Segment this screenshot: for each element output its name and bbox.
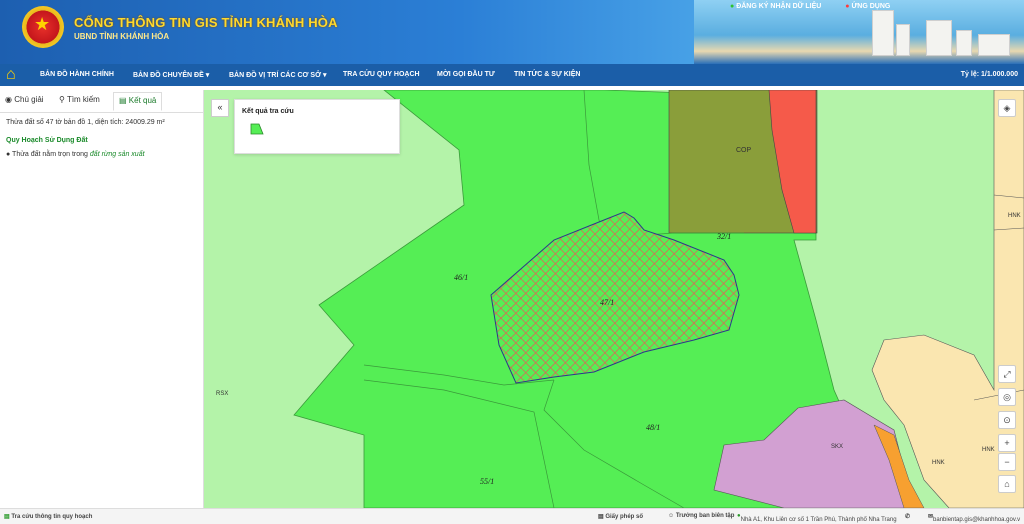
footer-editor: ☺ Trưởng ban biên tập xyxy=(668,513,735,519)
label-hnk-2: HNK xyxy=(1008,213,1021,219)
label-cop: COP xyxy=(736,147,752,154)
compass-icon: ⊙ xyxy=(1003,415,1011,425)
parcel-info: Thửa đất số 47 tờ bản đồ 1, diện tích: 2… xyxy=(6,119,165,126)
main-nav: ⌂ BẢN ĐỒ HÀNH CHÍNH BẢN ĐỒ CHUYÊN ĐỀ ▾ B… xyxy=(0,64,1024,86)
nav-admin-map[interactable]: BẢN ĐỒ HÀNH CHÍNH xyxy=(40,71,114,78)
label-hnk-3: HNK xyxy=(982,447,995,453)
label-hnk-1: HNK xyxy=(932,460,945,466)
panel-tabs: ◉ Chú giải ⚲ Tìm kiếm ▤ Kết quả xyxy=(0,90,203,113)
legend-title: Kết quả tra cứu xyxy=(242,108,294,115)
footer-phone: ✆ xyxy=(905,513,910,520)
fullscreen-icon: ⤢ xyxy=(1003,369,1011,379)
site-subtitle: UBND TỈNH KHÁNH HÒA xyxy=(74,32,170,41)
collapse-panel-button[interactable]: « xyxy=(211,99,229,117)
nav-facility-map[interactable]: BẢN ĐỒ VỊ TRÍ CÁC CƠ SỞ ▾ xyxy=(229,71,327,79)
result-legend: Kết quả tra cứu xyxy=(234,99,400,154)
layers-icon: ◈ xyxy=(1003,103,1011,113)
legend-swatch xyxy=(250,123,264,135)
side-panel: ◉ Chú giải ⚲ Tìm kiếm ▤ Kết quả Thửa đất… xyxy=(0,90,204,508)
label-skx: SKX xyxy=(831,444,843,450)
label-46: 46/1 xyxy=(454,273,468,282)
land-type-link[interactable]: đất rừng sản xuất xyxy=(90,151,145,158)
dot-icon: ● xyxy=(845,3,850,10)
label-32: 32/1 xyxy=(716,232,731,241)
label-rsx: RSX xyxy=(216,391,228,397)
register-data-link[interactable]: ● ĐĂNG KÝ NHẬN DỮ LIỆU xyxy=(730,3,821,10)
eye-icon: ◉ xyxy=(5,95,12,104)
map-scale: Tỷ lệ: 1/1.000.000 xyxy=(960,71,1018,78)
tab-legend[interactable]: ◉ Chú giải xyxy=(5,95,44,104)
layers-button[interactable]: ◈ xyxy=(998,99,1016,117)
section-title: Quy Hoạch Sử Dụng Đất xyxy=(6,137,88,144)
minus-icon: − xyxy=(1004,457,1010,467)
footer-title: ▤ Tra cứu thông tin quy hoạch xyxy=(4,514,93,520)
nav-investment[interactable]: MỜI GỌI ĐẦU TƯ xyxy=(437,71,495,78)
chevron-left-icon: « xyxy=(217,102,223,112)
home-extent-button[interactable]: ⌂ xyxy=(998,475,1016,493)
nav-news[interactable]: TIN TỨC & SỰ KIỆN xyxy=(514,71,580,78)
fullscreen-button[interactable]: ⤢ xyxy=(998,365,1016,383)
nav-thematic-map[interactable]: BẢN ĐỒ CHUYÊN ĐỀ ▾ xyxy=(133,71,209,79)
label-47: 47/1 xyxy=(600,298,614,307)
footer-address: ● Nhà A1, Khu Liên cơ số 1 Trần Phú, Thà… xyxy=(737,513,897,523)
footer-email[interactable]: ✉ banbientap.gis@khanhhoa.gov.v xyxy=(928,513,1020,523)
site-title[interactable]: CỔNG THÔNG TIN GIS TỈNH KHÁNH HÒA xyxy=(74,15,338,30)
locate-icon: ◎ xyxy=(1003,392,1011,402)
phone-icon: ✆ xyxy=(905,514,911,520)
header-banner: ★ CỔNG THÔNG TIN GIS TỈNH KHÁNH HÒA UBND… xyxy=(0,0,1024,64)
tab-results[interactable]: ▤ Kết quả xyxy=(113,92,163,111)
locate-button[interactable]: ◎ xyxy=(998,388,1016,406)
doc-icon: ▤ xyxy=(598,514,604,520)
doc-icon: ▤ xyxy=(4,514,10,520)
compass-button[interactable]: ⊙ xyxy=(998,411,1016,429)
footer-license: ▤ Giấy phép số xyxy=(598,514,644,520)
app-link[interactable]: ● ỨNG DỤNG xyxy=(845,3,890,10)
list-icon: ▤ xyxy=(119,96,127,105)
national-emblem[interactable]: ★ xyxy=(22,6,64,48)
planning-result: ● Thửa đất nằm trọn trong đất rừng sản x… xyxy=(6,151,145,158)
nav-planning-lookup[interactable]: TRA CỨU QUY HOẠCH xyxy=(343,71,420,78)
zoom-out-button[interactable]: − xyxy=(998,453,1016,471)
search-icon: ⚲ xyxy=(59,95,65,104)
label-55: 55/1 xyxy=(480,477,494,486)
star-icon: ★ xyxy=(34,14,51,34)
dot-icon: ● xyxy=(730,3,735,10)
footer: ▤ Tra cứu thông tin quy hoạch ▤ Giấy phé… xyxy=(0,508,1024,524)
tab-search[interactable]: ⚲ Tìm kiếm xyxy=(59,95,100,104)
home-icon[interactable]: ⌂ xyxy=(6,66,24,83)
plus-icon: + xyxy=(1004,438,1010,448)
label-48: 48/1 xyxy=(646,423,660,432)
zoom-in-button[interactable]: + xyxy=(998,434,1016,452)
user-icon: ☺ xyxy=(668,513,675,519)
home-icon: ⌂ xyxy=(1004,479,1010,489)
